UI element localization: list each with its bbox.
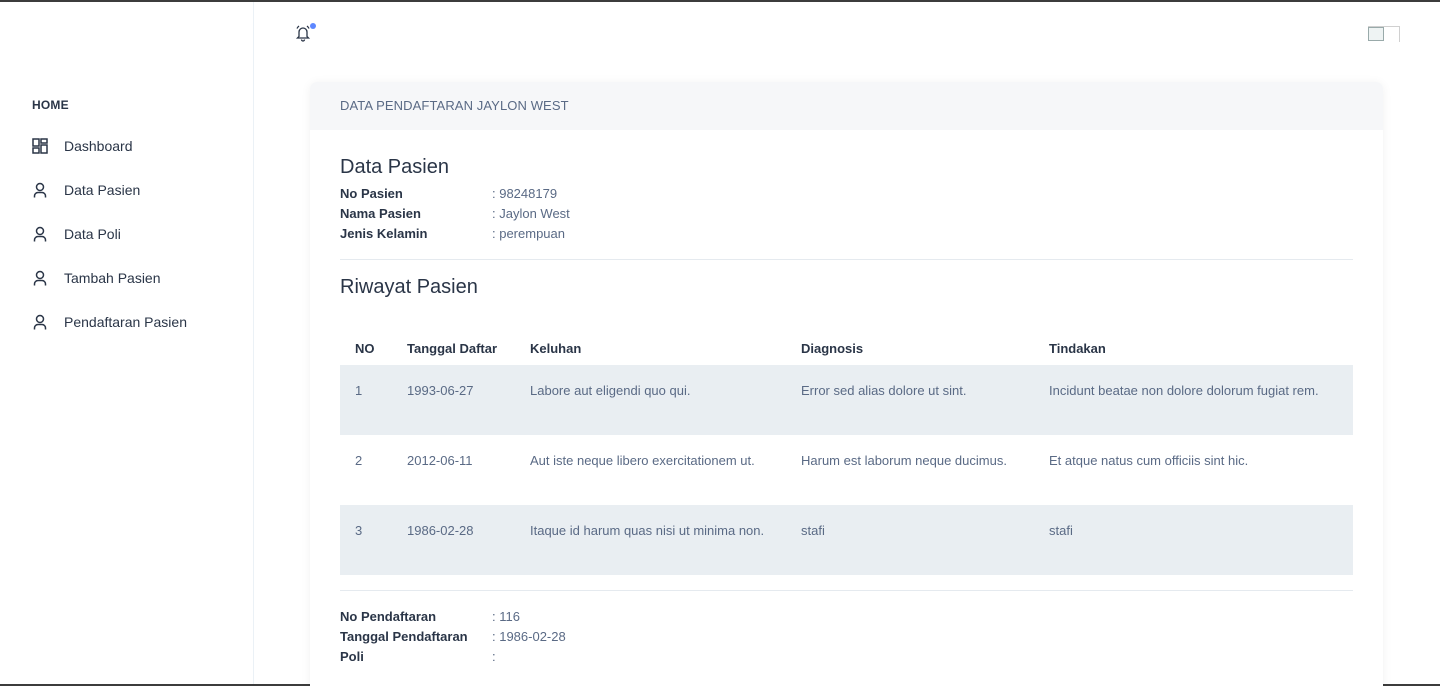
user-icon: [32, 270, 48, 286]
patient-section-title: Data Pasien: [340, 156, 449, 178]
patient-field-no: No Pasien : 98248179: [340, 184, 1353, 204]
avatar[interactable]: [1368, 26, 1400, 42]
sidebar-item-label: Dashboard: [64, 138, 133, 154]
field-value: :: [492, 649, 496, 664]
divider: [340, 590, 1353, 591]
col-header-no: NO: [355, 341, 375, 356]
sidebar-item-tambah-pasien[interactable]: Tambah Pasien: [28, 256, 238, 300]
bell-ringing-icon: [294, 25, 312, 46]
table-row: 3 1986-02-28 Itaque id harum quas nisi u…: [340, 505, 1353, 575]
sidebar-item-data-pasien[interactable]: Data Pasien: [28, 168, 238, 212]
divider: [340, 259, 1353, 260]
cell-no: 1: [355, 383, 363, 398]
cell-no: 2: [355, 453, 363, 468]
field-value: : perempuan: [492, 226, 565, 241]
registration-field-date: Tanggal Pendaftaran : 1986-02-28: [340, 627, 1353, 647]
user-icon: [32, 314, 48, 330]
card-body: Data Pasien No Pasien : 98248179 Nama Pas…: [310, 130, 1383, 667]
table-row: 2 2012-06-11 Aut iste neque libero exerc…: [340, 435, 1353, 505]
user-icon: [32, 182, 48, 198]
cell-tanggal: 2012-06-11: [407, 453, 473, 468]
registration-field-poli: Poli:: [340, 647, 1353, 667]
cell-keluhan: Aut iste neque libero exercitationem ut.: [530, 453, 755, 468]
field-label: Nama Pasien: [340, 206, 421, 221]
col-header-diagnosis: Diagnosis: [801, 341, 864, 356]
cell-no: 3: [355, 523, 363, 538]
field-label: Jenis Kelamin: [340, 226, 428, 241]
field-value: : 1986-02-28: [492, 629, 566, 644]
patient-field-gender: Jenis Kelamin : perempuan: [340, 224, 1353, 244]
field-value: : 116: [492, 609, 520, 624]
sidebar-item-label: Tambah Pasien: [64, 270, 161, 286]
history-section-title: Riwayat Pasien: [340, 276, 478, 298]
notification-button[interactable]: [294, 23, 316, 46]
col-header-tanggal: Tanggal Daftar: [407, 341, 498, 356]
table-header-row: NO Tanggal Daftar Keluhan Diagnosis Tind…: [340, 319, 1353, 365]
field-label: Tanggal Pendaftaran: [340, 629, 468, 644]
sidebar-item-label: Pendaftaran Pasien: [64, 314, 187, 330]
cell-tanggal: 1993-06-27: [407, 383, 474, 398]
sidebar-item-label: Data Pasien: [64, 182, 141, 198]
registration-field-no: No Pendaftaran : 116: [340, 607, 1353, 627]
patient-field-name: Nama Pasien : Jaylon West: [340, 204, 1353, 224]
cell-tindakan: Et atque natus cum officiis sint hic.: [1049, 453, 1249, 468]
cell-diagnosis: Error sed alias dolore ut sint.: [801, 383, 967, 398]
topbar: [254, 2, 1440, 66]
layout-dashboard-icon: [32, 138, 48, 154]
cell-diagnosis: Harum est laborum neque ducimus.: [801, 453, 1007, 468]
cell-tanggal: 1986-02-28: [407, 523, 474, 538]
sidebar: HOME Dashboard Data Pasien Data Poli Tam…: [0, 2, 254, 684]
field-value: : 98248179: [492, 186, 558, 201]
field-label: No Pendaftaran: [340, 609, 437, 624]
field-value: : Jaylon West: [492, 206, 570, 221]
user-icon: [32, 226, 48, 242]
col-header-tindakan: Tindakan: [1049, 341, 1106, 356]
broken-image-icon: [1368, 27, 1384, 41]
col-header-keluhan: Keluhan: [530, 341, 582, 356]
sidebar-item-data-poli[interactable]: Data Poli: [28, 212, 238, 256]
cell-keluhan: Itaque id harum quas nisi ut minima non.: [530, 523, 765, 538]
history-table: NO Tanggal Daftar Keluhan Diagnosis Tind…: [340, 319, 1353, 575]
registration-card: DATA PENDAFTARAN JAYLON WEST Data Pasien…: [310, 82, 1383, 686]
sidebar-item-dashboard[interactable]: Dashboard: [28, 124, 238, 168]
field-label: No Pasien: [340, 186, 403, 201]
sidebar-item-pendaftaran-pasien[interactable]: Pendaftaran Pasien: [28, 300, 238, 344]
card-header: DATA PENDAFTARAN JAYLON WEST: [310, 82, 1383, 130]
field-label: Poli: [340, 649, 364, 664]
notification-dot: [310, 23, 316, 29]
sidebar-item-label: Data Poli: [64, 226, 121, 242]
cell-tindakan: stafi: [1049, 523, 1073, 538]
cell-keluhan: Labore aut eligendi quo qui.: [530, 383, 691, 398]
cell-tindakan: Incidunt beatae non dolore dolorum fugia…: [1049, 383, 1319, 398]
table-row: 1 1993-06-27 Labore aut eligendi quo qui…: [340, 365, 1353, 435]
nav-caption: HOME: [32, 98, 69, 112]
cell-diagnosis: stafi: [801, 523, 825, 538]
sidebar-nav: Dashboard Data Pasien Data Poli Tambah P…: [28, 124, 238, 344]
